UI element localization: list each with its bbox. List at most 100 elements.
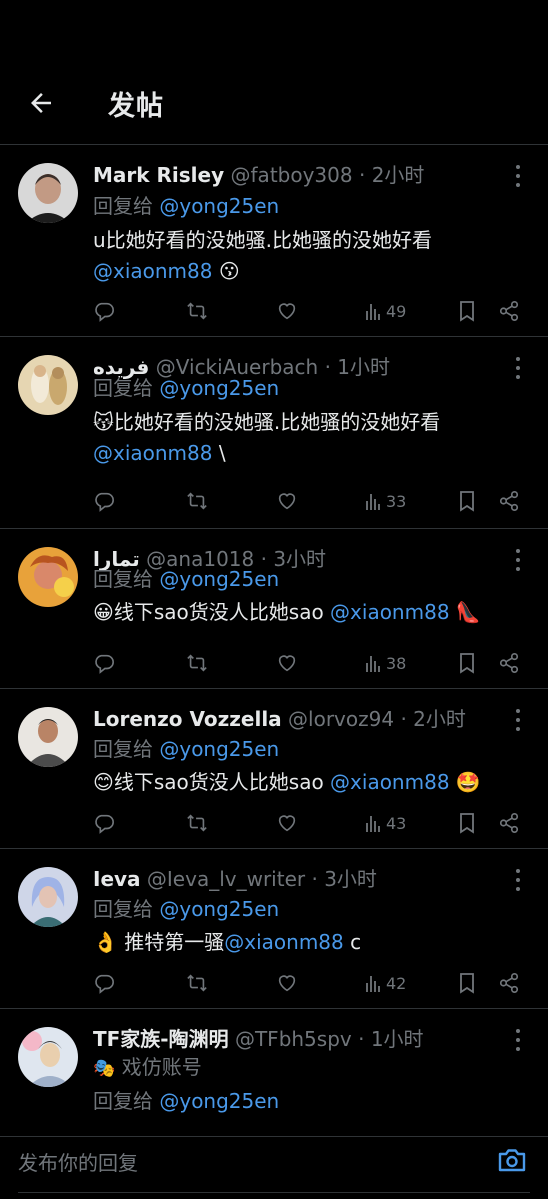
reply-composer [0, 1130, 548, 1199]
timestamp[interactable]: 1小时 [337, 355, 390, 379]
reply-to-link[interactable]: @yong25en [159, 567, 279, 591]
views-icon [366, 656, 380, 672]
reply-to-link[interactable]: @yong25en [159, 1089, 279, 1113]
bookmark-button[interactable] [457, 297, 477, 325]
tweet-body: 线下sao货没人比她sao [113, 600, 324, 624]
like-icon [278, 493, 296, 510]
tweet[interactable]: تمارا @ana1018 · 3小时 回复给 @yong25en 😀线下sa… [0, 529, 548, 689]
avatar[interactable] [18, 1027, 78, 1087]
reply-button[interactable] [93, 487, 115, 515]
timestamp[interactable]: 1小时 [371, 1027, 424, 1051]
like-button[interactable] [276, 649, 298, 677]
parody-label: 🎭 戏仿账号 [93, 1053, 202, 1083]
retweet-button[interactable] [185, 487, 209, 515]
reply-button[interactable] [93, 809, 115, 837]
mention-link[interactable]: @xiaonm88 [93, 259, 213, 283]
avatar[interactable] [18, 547, 78, 607]
tweet-body: u比她好看的没她骚.比她骚的没她好看 [93, 228, 433, 252]
views-icon [366, 816, 380, 832]
views-button[interactable]: 42 [365, 969, 406, 997]
tweet-text: 😊线下sao货没人比她sao @xiaonm88 🤩 [93, 767, 518, 798]
author-name[interactable]: Mark Risley [93, 163, 224, 187]
more-options-button[interactable] [510, 549, 526, 571]
camera-button[interactable] [496, 1144, 528, 1176]
retweet-button[interactable] [185, 649, 209, 677]
reply-to-line: 回复给 @yong25en [93, 895, 279, 923]
more-options-button[interactable] [510, 869, 526, 891]
reply-button[interactable] [93, 649, 115, 677]
views-icon [366, 494, 380, 510]
author-handle[interactable]: @Ieva_lv_writer [147, 867, 305, 891]
share-button[interactable] [498, 487, 520, 515]
emoji: 👌 [93, 930, 118, 954]
author-handle[interactable]: @fatboy308 [231, 163, 353, 187]
mention-link[interactable]: @xiaonm88 [330, 600, 450, 624]
like-button[interactable] [276, 297, 298, 325]
reply-input[interactable] [18, 1148, 478, 1178]
reply-button[interactable] [93, 969, 115, 997]
tweet-body: 比她好看的没她骚.比她骚的没她好看 [113, 410, 441, 434]
reply-to-link[interactable]: @yong25en [159, 376, 279, 400]
like-button[interactable] [276, 969, 298, 997]
like-button[interactable] [276, 809, 298, 837]
like-button[interactable] [276, 487, 298, 515]
views-button[interactable]: 43 [365, 809, 406, 837]
tweet[interactable]: Mark Risley @fatboy308 · 2小时 回复给 @yong25… [0, 145, 548, 337]
reply-button[interactable] [93, 297, 115, 325]
retweet-button[interactable] [185, 969, 209, 997]
more-options-button[interactable] [510, 165, 526, 187]
bookmark-button[interactable] [457, 487, 477, 515]
share-button[interactable] [498, 297, 520, 325]
avatar[interactable] [18, 355, 78, 415]
bookmark-icon [460, 973, 474, 994]
timestamp[interactable]: 3小时 [273, 547, 326, 571]
timestamp[interactable]: 2小时 [372, 163, 425, 187]
bookmark-button[interactable] [457, 809, 477, 837]
views-button[interactable]: 49 [365, 297, 406, 325]
emoji: 🤩 [455, 770, 481, 794]
share-button[interactable] [498, 649, 520, 677]
page-title: 发帖 [108, 91, 164, 122]
tweet[interactable]: TF家族-陶渊明 @TFbh5spv · 1小时 🎭 戏仿账号 回复给 @yon… [0, 1009, 548, 1137]
author-name[interactable]: Lorenzo Vozzella [93, 707, 282, 731]
action-bar: 42 [93, 969, 526, 997]
separator: · [311, 867, 318, 891]
avatar[interactable] [18, 163, 78, 223]
retweet-button[interactable] [185, 297, 209, 325]
author-handle[interactable]: @lorvoz94 [288, 707, 394, 731]
retweet-button[interactable] [185, 809, 209, 837]
back-button[interactable] [24, 86, 58, 120]
author-name[interactable]: Ieva [93, 867, 141, 891]
mention-link[interactable]: @xiaonm88 [224, 930, 344, 954]
more-vertical-icon [516, 709, 520, 713]
views-button[interactable]: 33 [365, 487, 406, 515]
share-button[interactable] [498, 969, 520, 997]
more-options-button[interactable] [510, 709, 526, 731]
tweet[interactable]: Ieva @Ieva_lv_writer · 3小时 回复给 @yong25en… [0, 849, 548, 1009]
share-icon [499, 301, 519, 321]
more-options-button[interactable] [510, 1029, 526, 1051]
timestamp[interactable]: 3小时 [324, 867, 377, 891]
more-options-button[interactable] [510, 357, 526, 379]
share-button[interactable] [498, 809, 520, 837]
avatar[interactable] [18, 707, 78, 767]
mention-link[interactable]: @xiaonm88 [93, 441, 213, 465]
parody-label-text: 戏仿账号 [121, 1055, 202, 1079]
reply-to-link[interactable]: @yong25en [159, 194, 279, 218]
reply-to-link[interactable]: @yong25en [159, 737, 279, 761]
author-handle[interactable]: @TFbh5spv [235, 1027, 352, 1051]
tweet-header: Mark Risley @fatboy308 · 2小时 [93, 161, 498, 189]
avatar[interactable] [18, 867, 78, 927]
author-name[interactable]: TF家族-陶渊明 [93, 1027, 229, 1051]
tweet[interactable]: فريده @VickiAuerbach · 1小时 回复给 @yong25en… [0, 337, 548, 529]
bookmark-button[interactable] [457, 969, 477, 997]
reply-to-link[interactable]: @yong25en [159, 897, 279, 921]
views-icon [366, 304, 380, 320]
timestamp[interactable]: 2小时 [413, 707, 466, 731]
tweet[interactable]: Lorenzo Vozzella @lorvoz94 · 2小时 回复给 @yo… [0, 689, 548, 849]
share-icon [499, 653, 519, 673]
bookmark-button[interactable] [457, 649, 477, 677]
emoji: 😀 [93, 600, 114, 624]
mention-link[interactable]: @xiaonm88 [330, 770, 450, 794]
views-button[interactable]: 38 [365, 649, 406, 677]
